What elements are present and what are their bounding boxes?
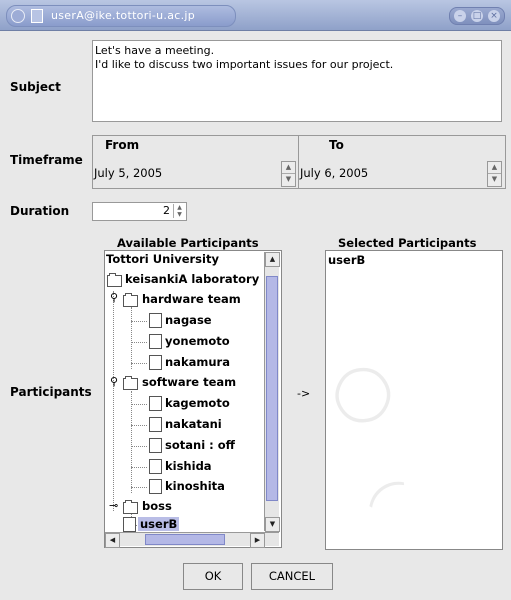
tree-node-member[interactable]: kinoshita bbox=[165, 479, 225, 493]
tree-line bbox=[131, 391, 132, 493]
tree-node-boss[interactable]: boss bbox=[142, 499, 172, 513]
tree-node-member[interactable]: kagemoto bbox=[165, 396, 230, 410]
tree-node-member[interactable]: yonemoto bbox=[165, 334, 230, 348]
from-panel: From July 5, 2005 ▲ ▼ bbox=[92, 135, 300, 189]
subject-line-1: Let's have a meeting. bbox=[95, 44, 215, 57]
document-icon bbox=[149, 417, 162, 432]
expanded-toggle-icon[interactable]: ⚲ bbox=[110, 291, 118, 304]
tree-horizontal-scrollbar[interactable]: ◀ ▶ bbox=[105, 532, 279, 548]
window-menu-icon[interactable] bbox=[11, 9, 25, 23]
tree-line bbox=[131, 425, 147, 426]
title-bar[interactable]: userA@ike.tottori-u.ac.jp – □ × bbox=[0, 0, 511, 31]
tree-node-member[interactable]: nagase bbox=[165, 313, 212, 327]
document-icon bbox=[149, 479, 162, 494]
to-panel: To July 6, 2005 ▲ ▼ bbox=[298, 135, 506, 189]
folder-icon bbox=[123, 500, 138, 514]
participants-label: Participants bbox=[10, 385, 92, 399]
tree-node-member[interactable]: sotani : off bbox=[165, 438, 235, 452]
subject-line-2: I'd like to discuss two important issues… bbox=[95, 58, 394, 71]
subject-textarea[interactable]: Let's have a meeting. I'd like to discus… bbox=[92, 40, 502, 122]
spinner-up-icon[interactable]: ▲ bbox=[282, 162, 295, 174]
spinner-down-icon[interactable]: ▼ bbox=[282, 174, 295, 185]
window-title: userA@ike.tottori-u.ac.jp bbox=[51, 9, 196, 22]
selected-participants-header: Selected Participants bbox=[338, 236, 477, 250]
scroll-left-icon[interactable]: ◀ bbox=[105, 533, 120, 548]
tree-node-member[interactable]: kishida bbox=[165, 459, 212, 473]
close-icon[interactable]: × bbox=[488, 10, 500, 22]
collapsed-toggle-icon[interactable]: ⊸ bbox=[109, 499, 118, 512]
duration-label: Duration bbox=[10, 204, 70, 218]
document-icon bbox=[31, 9, 43, 23]
document-icon bbox=[149, 313, 162, 328]
tree-line bbox=[131, 404, 147, 405]
tree-node-lab[interactable]: keisankiA laboratory bbox=[125, 272, 259, 286]
tree-line bbox=[131, 321, 147, 322]
list-item[interactable]: userB bbox=[328, 253, 365, 267]
ok-button[interactable]: OK bbox=[183, 563, 243, 590]
tree-line bbox=[131, 446, 147, 447]
to-date-field[interactable]: July 6, 2005 bbox=[300, 161, 484, 185]
tree-node-member[interactable]: nakamura bbox=[165, 355, 230, 369]
folder-icon bbox=[107, 273, 122, 287]
from-date-spinner[interactable]: ▲ ▼ bbox=[281, 161, 296, 187]
tree-node-member[interactable]: nakatani bbox=[165, 417, 222, 431]
tree-line bbox=[131, 467, 147, 468]
tree-node-software-team[interactable]: software team bbox=[142, 375, 236, 389]
spinner-down-icon[interactable]: ▼ bbox=[488, 174, 501, 185]
duration-field[interactable]: 2 ▲ ▼ bbox=[92, 202, 187, 221]
minimize-icon[interactable]: – bbox=[454, 10, 466, 22]
to-date-spinner[interactable]: ▲ ▼ bbox=[487, 161, 502, 187]
tree-line bbox=[131, 307, 132, 369]
from-date-field[interactable]: July 5, 2005 bbox=[94, 161, 278, 185]
maximize-icon[interactable]: □ bbox=[471, 10, 483, 22]
tree-node-selected-member[interactable]: userB bbox=[138, 517, 180, 531]
tree-line bbox=[131, 487, 147, 488]
tree-line bbox=[113, 291, 114, 511]
scroll-right-icon[interactable]: ▶ bbox=[250, 533, 265, 548]
tree-node-root[interactable]: Tottori University bbox=[106, 252, 219, 266]
scrollbar-thumb[interactable] bbox=[266, 276, 278, 501]
expanded-toggle-icon[interactable]: ⚲ bbox=[110, 375, 118, 388]
document-icon bbox=[149, 438, 162, 453]
tree-line bbox=[131, 363, 147, 364]
from-header: From bbox=[105, 138, 140, 152]
add-participant-arrow[interactable]: -> bbox=[297, 387, 310, 400]
scroll-down-icon[interactable]: ▼ bbox=[265, 517, 280, 532]
window-controls: – □ × bbox=[449, 7, 505, 25]
document-icon bbox=[149, 459, 162, 474]
document-icon bbox=[123, 517, 136, 532]
folder-icon bbox=[123, 376, 138, 390]
available-participants-header: Available Participants bbox=[117, 236, 259, 250]
document-icon bbox=[149, 355, 162, 370]
tree-vertical-scrollbar[interactable]: ▲ ▼ bbox=[264, 252, 280, 532]
available-participants-tree[interactable]: Tottori University keisankiA laboratory … bbox=[104, 250, 282, 548]
spinner-up-icon[interactable]: ▲ bbox=[488, 162, 501, 174]
subject-label: Subject bbox=[10, 80, 61, 94]
scroll-up-icon[interactable]: ▲ bbox=[265, 252, 280, 267]
timeframe-label: Timeframe bbox=[10, 153, 83, 167]
duration-value: 2 bbox=[163, 204, 170, 217]
title-pill: userA@ike.tottori-u.ac.jp bbox=[6, 5, 236, 27]
document-icon bbox=[149, 396, 162, 411]
document-icon bbox=[149, 334, 162, 349]
scrollbar-thumb[interactable] bbox=[145, 534, 225, 545]
tree-line bbox=[131, 342, 147, 343]
folder-icon bbox=[123, 293, 138, 307]
cancel-button[interactable]: CANCEL bbox=[251, 563, 333, 590]
tree-node-hardware-team[interactable]: hardware team bbox=[142, 292, 241, 306]
to-header: To bbox=[329, 138, 344, 152]
duration-spinner[interactable]: ▲ ▼ bbox=[173, 204, 185, 218]
